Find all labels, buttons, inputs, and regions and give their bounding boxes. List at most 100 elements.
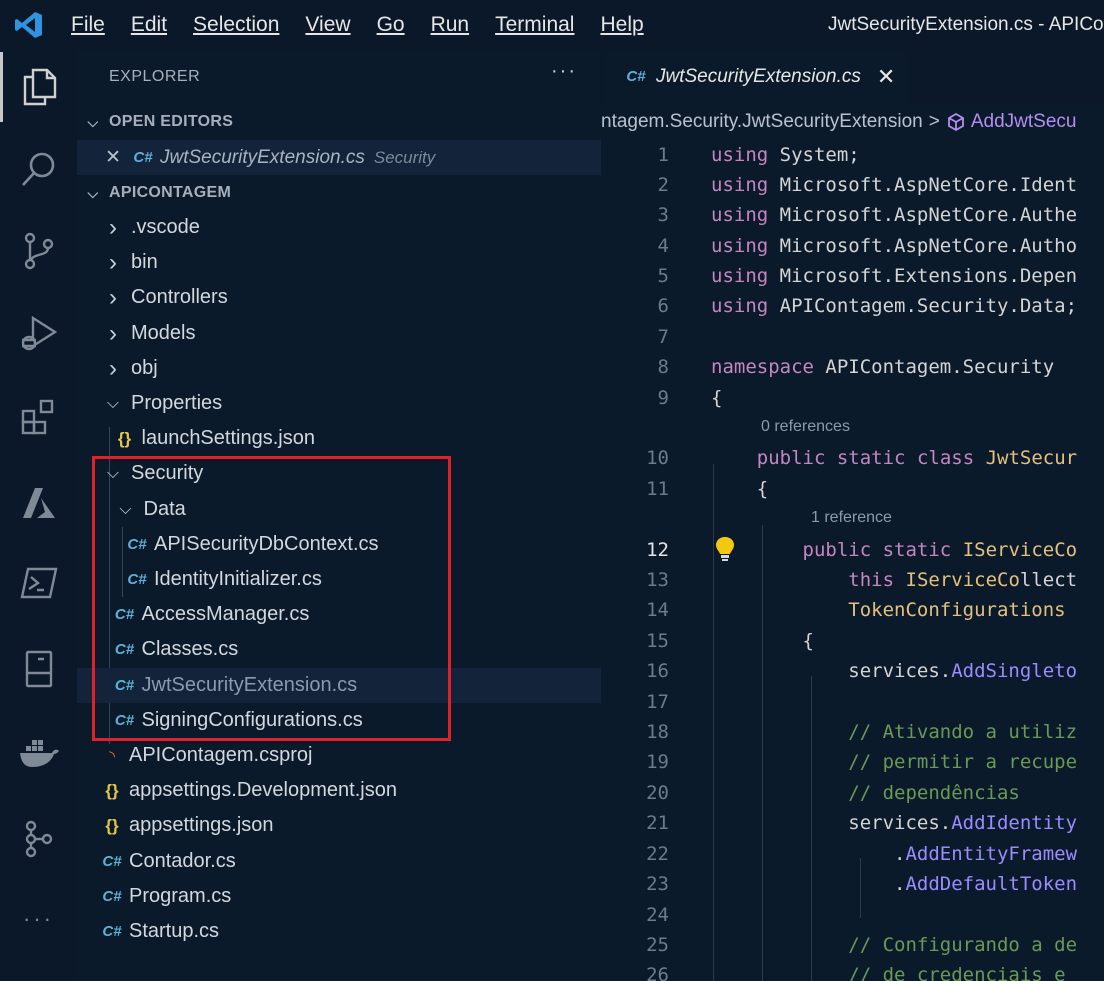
code-line[interactable]: 14 TokenConfigurations: [601, 595, 1104, 625]
tree-item-startup-cs[interactable]: C# Startup.cs: [77, 914, 601, 949]
vscode-logo-icon[interactable]: [0, 0, 58, 50]
code-line[interactable]: 10 public static class JwtSecur: [601, 443, 1104, 473]
code-line[interactable]: 11 {: [601, 474, 1104, 504]
source-control-icon[interactable]: [0, 216, 77, 286]
line-number: 23: [646, 873, 669, 895]
line-number: 1: [657, 144, 669, 166]
menu-help[interactable]: Help: [587, 0, 656, 50]
menu-terminal[interactable]: Terminal: [482, 0, 587, 50]
code-text: using System;: [711, 144, 860, 166]
code-text: TokenConfigurations: [848, 599, 1066, 621]
code-line[interactable]: 7: [601, 322, 1104, 352]
chevron-right-icon: ›: [109, 319, 117, 347]
tree-item-bin[interactable]: › bin: [77, 245, 601, 280]
code-line[interactable]: 3 using Microsoft.AspNetCore.Authe: [601, 200, 1104, 230]
code-line[interactable]: 18 // Ativando a utiliz: [601, 717, 1104, 747]
open-editors-label: OPEN EDITORS: [109, 113, 234, 130]
tree-item-label: Program.cs: [129, 885, 232, 907]
line-number: 18: [646, 721, 669, 743]
tree-item-program-cs[interactable]: C# Program.cs: [77, 879, 601, 914]
open-editor-folder: Security: [373, 147, 436, 167]
code-line[interactable]: 16 services.AddSingleto: [601, 656, 1104, 686]
code-text: namespace APIContagem.Security: [711, 356, 1055, 378]
tab-jwtsecurityextension[interactable]: C# JwtSecurityExtension.cs ✕: [604, 50, 906, 103]
code-text: // Ativando a utiliz: [711, 721, 1078, 743]
code-line[interactable]: 26 // de credenciais e: [601, 960, 1104, 981]
line-number: 13: [646, 569, 669, 591]
line-number: 7: [657, 326, 669, 348]
tree-item-properties[interactable]: ⌵ Properties: [77, 386, 601, 421]
tree-item-appsettings-json[interactable]: {} appsettings.json: [77, 808, 601, 843]
code-line[interactable]: 20 // dependências: [601, 778, 1104, 808]
explorer-icon[interactable]: [0, 52, 77, 122]
code-line[interactable]: 2 using Microsoft.AspNetCore.Ident: [601, 170, 1104, 200]
run-debug-icon[interactable]: [0, 298, 77, 368]
open-editor-item[interactable]: ✕ C# JwtSecurityExtension.cs Security: [77, 140, 601, 175]
tree-item-vscode[interactable]: › .vscode: [77, 210, 601, 245]
codelens-references[interactable]: 0 references: [761, 418, 850, 440]
code-text: this IServiceCollect: [848, 569, 1078, 591]
explorer-title: EXPLORER: [109, 68, 201, 85]
menu-go[interactable]: Go: [364, 0, 418, 50]
code-line[interactable]: 1 using System;: [601, 140, 1104, 170]
code-line[interactable]: 6 using APIContagem.Security.Data;: [601, 291, 1104, 321]
more-actions-icon[interactable]: ···: [551, 60, 577, 83]
line-number: 12: [646, 539, 669, 561]
tree-item-controllers[interactable]: › Controllers: [77, 280, 601, 315]
menu-selection[interactable]: Selection: [180, 0, 292, 50]
powershell-icon[interactable]: [0, 548, 77, 618]
tree-item-label: bin: [131, 251, 158, 273]
tree-item-appsettings-development-json[interactable]: {} appsettings.Development.json: [77, 773, 601, 808]
lightbulb-icon[interactable]: [714, 535, 736, 565]
code-line[interactable]: 15 {: [601, 626, 1104, 656]
chevron-down-icon: ⌵: [106, 394, 120, 412]
tree-item-label: Properties: [131, 392, 223, 414]
code-text: {: [711, 387, 723, 409]
code-line[interactable]: 8 namespace APIContagem.Security: [601, 352, 1104, 382]
code-line[interactable]: 23 .AddDefaultToken: [601, 869, 1104, 899]
csharp-file-icon: C#: [102, 923, 122, 940]
search-icon[interactable]: [0, 134, 77, 204]
menu-edit[interactable]: Edit: [118, 0, 180, 50]
code-line[interactable]: 4 using Microsoft.AspNetCore.Autho: [601, 231, 1104, 261]
code-line[interactable]: 21 services.AddIdentity: [601, 808, 1104, 838]
menu-run[interactable]: Run: [418, 0, 483, 50]
extensions-icon[interactable]: [0, 382, 77, 452]
code-line[interactable]: 12 public static IServiceCo: [601, 535, 1104, 565]
code-line[interactable]: 9{: [601, 383, 1104, 413]
tree-item-obj[interactable]: › obj: [77, 351, 601, 386]
close-icon[interactable]: ✕: [77, 146, 121, 169]
docker-icon[interactable]: [0, 718, 77, 788]
codelens-references[interactable]: 1 reference: [811, 509, 892, 531]
code-line[interactable]: 17: [601, 687, 1104, 717]
close-icon[interactable]: ✕: [877, 64, 895, 90]
open-editors-header[interactable]: ⌵ OPEN EDITORS: [77, 107, 601, 137]
code-text: using APIContagem.Security.Data;: [711, 295, 1078, 317]
tree-item-label: Contador.cs: [129, 850, 236, 872]
tree-item-models[interactable]: › Models: [77, 316, 601, 351]
code-text: // permitir a recupe: [711, 751, 1078, 773]
code-text: // dependências: [711, 782, 1020, 804]
line-number: 20: [646, 782, 669, 804]
code-line[interactable]: 5 using Microsoft.Extensions.Depen: [601, 261, 1104, 291]
tree-item-apicontagem-csproj[interactable]: ◝ APIContagem.csproj: [77, 738, 601, 773]
code-line[interactable]: 19 // permitir a recupe: [601, 747, 1104, 777]
code-line[interactable]: 24: [601, 900, 1104, 930]
line-number: 14: [646, 599, 669, 621]
code-line[interactable]: 13 this IServiceCollect: [601, 565, 1104, 595]
code-line[interactable]: 22 .AddEntityFramew: [601, 839, 1104, 869]
code-line[interactable]: 25 // Configurando a de: [601, 930, 1104, 960]
git-graph-icon[interactable]: [0, 804, 77, 874]
method-cube-icon: [946, 112, 966, 132]
breadcrumb-namespace[interactable]: ntagem.Security.JwtSecurityExtension: [601, 111, 923, 133]
project-header[interactable]: ⌵ APICONTAGEM: [77, 178, 601, 208]
more-views-icon[interactable]: ···: [0, 884, 77, 954]
menu-view[interactable]: View: [292, 0, 363, 50]
tree-item-contador-cs[interactable]: C# Contador.cs: [77, 844, 601, 879]
line-number: 25: [646, 934, 669, 956]
breadcrumb-method[interactable]: AddJwtSecu: [971, 111, 1077, 133]
remote-explorer-icon[interactable]: [0, 634, 77, 704]
tree-item-launchsettings-json[interactable]: {} launchSettings.json: [77, 421, 601, 456]
azure-icon[interactable]: [0, 468, 77, 538]
menu-file[interactable]: File: [58, 0, 118, 50]
